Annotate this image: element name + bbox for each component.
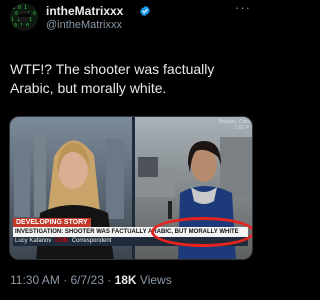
separator: · <box>107 273 112 287</box>
tweet-media[interactable]: Boulder, Colo 1:01 P DEVELOPING STORY IN… <box>9 116 253 260</box>
views-count[interactable]: 18K <box>115 273 137 287</box>
tweet: 1 0 1 0 1 1 0 1 1 0 1 0 1 0 intheMatrixx… <box>0 0 261 300</box>
post-time[interactable]: 11:30 AM <box>10 273 60 287</box>
reporter-name: Lucy Kafanov <box>15 238 52 244</box>
author-handle[interactable]: @intheMatrixxx <box>46 19 122 31</box>
red-circle-highlight <box>151 217 252 247</box>
views-label: Views <box>139 273 172 287</box>
more-icon[interactable]: ··· <box>235 0 251 15</box>
location-bug: Boulder, Colo 1:01 P <box>219 119 249 131</box>
broadcast-time: 1:01 P <box>234 125 249 131</box>
verified-badge-icon <box>140 5 150 17</box>
tweet-metadata: 11:30 AM · 6/7/23 · 18K Views <box>10 273 172 287</box>
post-date[interactable]: 6/7/23 <box>71 273 104 287</box>
author-name[interactable]: intheMatrixxx <box>46 4 123 18</box>
tweet-text: WTF!? The shooter was factually Arabic, … <box>10 61 215 96</box>
separator: · <box>63 273 68 287</box>
network-logo: CNN <box>55 238 69 244</box>
avatar[interactable]: 1 0 1 0 1 1 0 1 1 0 1 0 1 0 <box>10 3 38 31</box>
developing-story-tag: DEVELOPING STORY <box>13 218 91 227</box>
reporter-role: Correspondent <box>71 238 112 244</box>
